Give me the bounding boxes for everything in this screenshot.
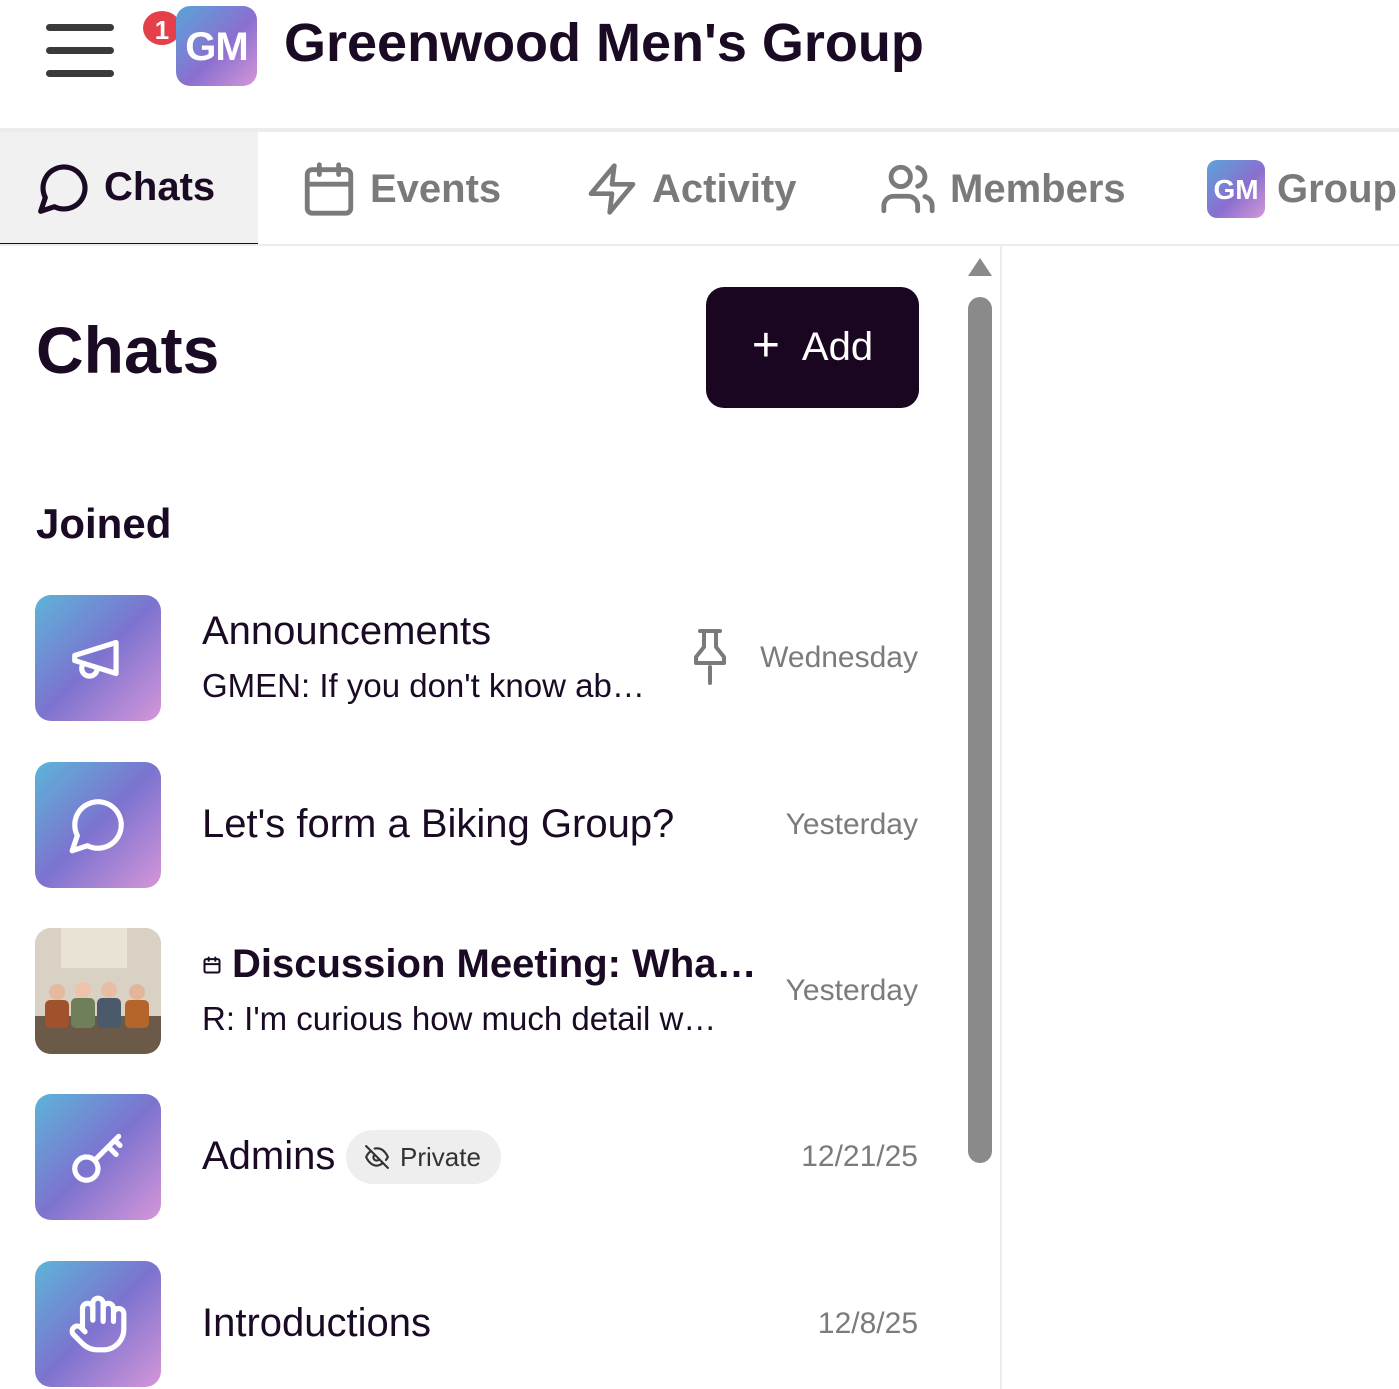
tab-members[interactable]: Members xyxy=(878,132,1168,244)
add-chat-button[interactable]: + Add xyxy=(706,287,919,408)
app-root: 1 GM Greenwood Men's Group Chats Events … xyxy=(0,0,1399,1389)
tab-label: Members xyxy=(950,166,1126,211)
chat-name: Admins xyxy=(202,1134,336,1178)
event-photo xyxy=(35,928,161,1054)
menu-icon-bar xyxy=(46,47,114,54)
chat-name: Discussion Meeting: Wha… xyxy=(202,942,757,987)
tab-bar: Chats Events Activity Members GM Group xyxy=(0,128,1399,246)
app-header: 1 GM Greenwood Men's Group xyxy=(0,0,1399,128)
tab-label: Chats xyxy=(104,165,216,209)
chat-time: Wednesday xyxy=(760,641,918,674)
group-logo[interactable]: GM xyxy=(176,6,257,86)
chat-row-announcements[interactable]: Announcements GMEN: If you don't know ab… xyxy=(0,595,940,725)
tab-chats[interactable]: Chats xyxy=(0,132,258,244)
chat-name: Announcements xyxy=(202,609,492,653)
tab-label: Group xyxy=(1277,166,1397,211)
chat-row-introductions[interactable]: Introductions 12/8/25 xyxy=(0,1261,940,1389)
waving-hand-icon xyxy=(69,1295,127,1353)
scroll-up-arrow[interactable] xyxy=(968,258,992,276)
scrollbar-thumb[interactable] xyxy=(968,297,992,1163)
eye-off-icon xyxy=(365,1145,389,1169)
chat-row-discussion-meeting[interactable]: Discussion Meeting: Wha… R: I'm curious … xyxy=(0,928,940,1058)
chat-time: 12/21/25 xyxy=(801,1140,918,1173)
chat-avatar xyxy=(35,1261,161,1387)
plus-icon: + xyxy=(751,318,780,372)
lightning-icon xyxy=(588,163,636,215)
tab-events[interactable]: Events xyxy=(300,132,530,244)
chat-name: Introductions xyxy=(202,1301,432,1345)
menu-icon-bar xyxy=(46,70,114,77)
tab-activity[interactable]: Activity xyxy=(584,132,834,244)
chat-name: Let's form a Biking Group? xyxy=(202,802,675,846)
chat-avatar xyxy=(35,1094,161,1220)
section-title-joined: Joined xyxy=(36,500,172,547)
chat-time: 12/8/25 xyxy=(817,1307,918,1340)
chat-row-admins[interactable]: Admins Private 12/21/25 xyxy=(0,1094,940,1224)
chat-avatar xyxy=(35,595,161,721)
key-icon xyxy=(72,1133,123,1183)
group-title: Greenwood Men's Group xyxy=(284,13,924,73)
chat-name-text: Discussion Meeting: Wha… xyxy=(232,942,757,986)
tab-label: Activity xyxy=(652,166,797,211)
menu-button[interactable]: 1 xyxy=(40,8,184,84)
chat-preview: R: I'm curious how much detail w… xyxy=(202,1000,717,1037)
group-logo-icon: GM xyxy=(1207,160,1265,218)
private-badge-label: Private xyxy=(400,1141,481,1172)
tab-group[interactable]: GM Group xyxy=(1207,132,1399,244)
calendar-icon xyxy=(304,162,354,216)
chat-avatar xyxy=(35,762,161,888)
chat-time: Yesterday xyxy=(785,808,918,841)
megaphone-icon xyxy=(72,639,119,679)
chat-bubble-icon xyxy=(69,799,124,854)
menu-icon-bar xyxy=(46,24,114,31)
add-button-label: Add xyxy=(801,325,874,369)
chat-avatar xyxy=(35,928,161,1054)
tab-label: Events xyxy=(370,166,502,211)
chat-preview: GMEN: If you don't know ab… xyxy=(202,667,645,704)
event-calendar-icon xyxy=(203,956,221,973)
chat-row-biking-group[interactable]: Let's form a Biking Group? Yesterday xyxy=(0,762,940,892)
private-badge: Private xyxy=(346,1130,501,1184)
users-icon xyxy=(881,164,935,214)
panel-divider xyxy=(1000,246,1002,1389)
pin-icon xyxy=(694,629,726,685)
chat-time: Yesterday xyxy=(785,974,918,1007)
chats-panel: Chats + Add Joined Announcements GMEN: I… xyxy=(0,246,1001,1389)
page-title: Chats xyxy=(36,313,220,387)
chat-bubble-icon xyxy=(38,163,88,214)
